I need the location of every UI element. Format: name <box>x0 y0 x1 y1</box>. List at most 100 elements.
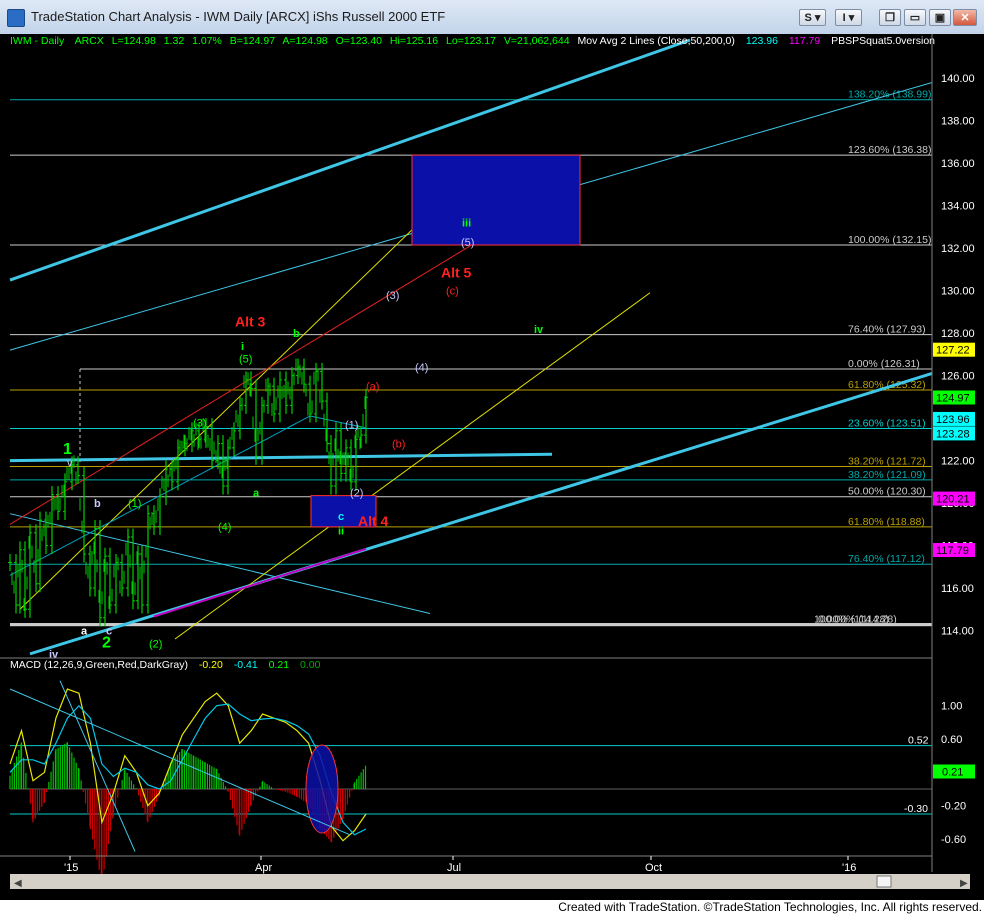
header-ma-val1: 123.96 <box>746 35 778 47</box>
wave-label: Alt 4 <box>358 513 389 529</box>
price-axis-tick: 134.00 <box>941 201 975 213</box>
price-axis-tick: 128.00 <box>941 328 975 340</box>
macd-axis-tick: -0.60 <box>941 834 966 846</box>
symbol-i-button[interactable]: I ▾ <box>835 9 862 26</box>
wave-label: (5) <box>461 237 474 249</box>
tradestation-app-icon <box>7 9 25 27</box>
level-label: 100.00% (132.15) <box>848 234 931 246</box>
wave-label: (3) <box>386 290 399 302</box>
time-axis-tick: Oct <box>645 862 662 874</box>
header-volume: V=21,062,644 <box>504 35 570 47</box>
wave-label: (c) <box>446 286 459 298</box>
price-axis-tick: 126.00 <box>941 371 975 383</box>
axis-tag-label: 127.22 <box>936 345 970 357</box>
level-label: 38.20% (121.72) <box>848 456 926 468</box>
wave-label: a <box>81 626 88 638</box>
wave-label: v <box>67 458 73 470</box>
wave-label: Alt 5 <box>441 265 472 281</box>
scroll-right-icon[interactable]: ▶ <box>960 878 968 889</box>
wave-label: ii <box>338 526 344 538</box>
header-line: IWM - Daily ARCX L=124.98 1.32 1.07% B=1… <box>10 35 935 47</box>
macd-label: MACD (12,26,9,Green,Red,DarkGray) <box>10 659 188 671</box>
price-axis-tick: 138.00 <box>941 116 975 128</box>
macd-axis-tick: 0.60 <box>941 734 962 746</box>
close-icon[interactable]: ✕ <box>953 9 977 26</box>
level-label: 76.40% (127.93) <box>848 324 926 336</box>
wave-label: b <box>293 328 300 340</box>
header-low: Lo=123.17 <box>446 35 496 47</box>
header-open: O=123.40 <box>336 35 383 47</box>
wave-label: (4) <box>218 521 231 533</box>
header-pct: 1.07% <box>192 35 222 47</box>
time-axis-tick: '16 <box>842 862 856 874</box>
header-ask: A=124.98 <box>282 35 327 47</box>
wave-label: iii <box>462 218 471 230</box>
symbol-s-button[interactable]: S ▾ <box>799 9 826 26</box>
wave-label: (2) <box>149 638 162 650</box>
wave-label: Alt 3 <box>235 314 266 330</box>
time-axis-tick: '15 <box>64 862 78 874</box>
axis-tag-label: 123.28 <box>936 428 970 440</box>
header-symbol: IWM - Daily <box>10 35 65 47</box>
wave-label: iv <box>534 324 544 336</box>
macd-axis-tick: 1.00 <box>941 701 962 713</box>
time-axis-tick: Apr <box>255 862 272 874</box>
macd-v1: -0.20 <box>199 659 223 671</box>
wave-label: (b) <box>392 439 405 451</box>
level-label: 0.00% (114.28) <box>818 614 889 626</box>
wave-label: (4) <box>415 362 428 374</box>
macd-tag-label: 0.21 <box>942 767 963 779</box>
macd-v3: 0.21 <box>269 659 290 671</box>
price-axis-tick: 122.00 <box>941 456 975 468</box>
header-high: Hi=125.16 <box>390 35 438 47</box>
header-ma-val2: 117.79 <box>789 35 820 47</box>
macd-v2: -0.41 <box>234 659 258 671</box>
axis-tag-label: 124.97 <box>936 392 970 404</box>
wave-label: 1 <box>63 441 72 458</box>
level-label: 23.60% (123.51) <box>848 418 926 430</box>
wave-label: b <box>94 498 101 510</box>
price-axis-tick: 130.00 <box>941 286 975 298</box>
scroll-left-icon[interactable]: ◀ <box>14 878 22 889</box>
horizontal-scrollbar[interactable] <box>10 874 970 889</box>
scrollbar-thumb[interactable] <box>876 875 892 888</box>
level-label: 61.80% (125.32) <box>848 379 926 391</box>
header-ma-label: Mov Avg 2 Lines (Close,50,200,0) <box>577 35 734 47</box>
price-axis-tick: 136.00 <box>941 158 975 170</box>
level-label: 38.20% (121.09) <box>848 469 926 481</box>
macd-divergence-highlight <box>305 744 339 834</box>
credit-text: Created with TradeStation. ©TradeStation… <box>558 900 982 914</box>
price-axis-tick: 140.00 <box>941 73 975 85</box>
minimize-icon[interactable]: ▭ <box>904 9 926 26</box>
level-label: 76.40% (117.12) <box>848 553 925 565</box>
level-label: 123.60% (136.38) <box>848 144 931 156</box>
macd-level-label: -0.30 <box>904 803 928 815</box>
wave-label: (1) <box>345 419 358 431</box>
header-last: L=124.98 <box>112 35 156 47</box>
wave-label: a <box>253 487 260 499</box>
wave-label: (2) <box>350 487 363 499</box>
level-label: 50.00% (120.30) <box>848 486 926 498</box>
macd-header-line: MACD (12,26,9,Green,Red,DarkGray) -0.20 … <box>10 659 321 671</box>
level-label: 0.00% (126.31) <box>848 358 920 370</box>
price-axis-tick: 116.00 <box>941 583 974 595</box>
window-title: TradeStation Chart Analysis - IWM Daily … <box>31 9 446 24</box>
wave-label: (a) <box>366 381 379 393</box>
wave-label: (5) <box>239 354 252 366</box>
header-study: PBSPSquat5.0version <box>831 35 935 47</box>
wave-label: c <box>106 626 112 638</box>
i-label: I <box>842 12 846 24</box>
axis-tag-label: 120.21 <box>936 494 970 506</box>
macd-level-label: 0.52 <box>908 735 929 747</box>
title-bar: TradeStation Chart Analysis - IWM Daily … <box>0 0 984 35</box>
axis-tag-label: 117.79 <box>936 545 969 557</box>
price-axis-tick: 114.00 <box>941 626 974 638</box>
restore-icon[interactable]: ❐ <box>879 9 901 26</box>
chart-canvas[interactable]: 138.20% (138.99)123.60% (136.38)100.00% … <box>0 34 984 900</box>
wave-label: i <box>241 341 244 353</box>
upper-target-box <box>411 154 581 246</box>
header-exchange: ARCX <box>75 35 104 47</box>
level-label: 61.80% (118.88) <box>848 516 925 528</box>
price-axis-tick: 132.00 <box>941 243 975 255</box>
maximize-icon[interactable]: ▣ <box>929 9 951 26</box>
